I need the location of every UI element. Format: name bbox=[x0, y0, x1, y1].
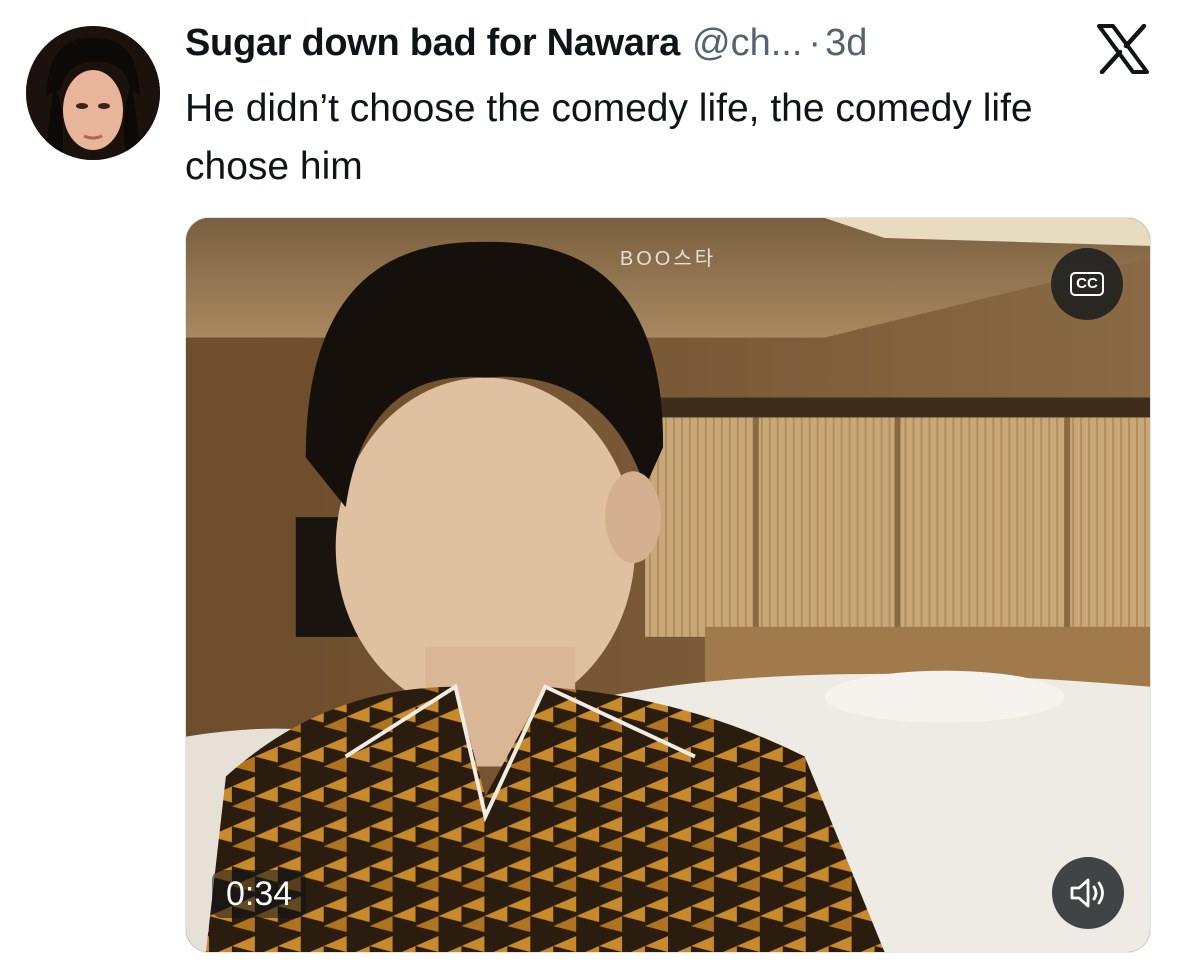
x-logo-icon[interactable] bbox=[1096, 24, 1150, 74]
author-avatar[interactable] bbox=[26, 26, 160, 160]
closed-captions-icon: CC bbox=[1070, 272, 1104, 296]
speaker-muted-icon bbox=[1070, 878, 1104, 908]
tweet-video[interactable]: BOO스타 CC 0:34 bbox=[185, 217, 1151, 953]
video-duration: 0:34 bbox=[212, 870, 307, 918]
tweet-text: He didn’t choose the comedy life, the co… bbox=[185, 87, 1033, 188]
avatar-image bbox=[26, 26, 160, 160]
closed-captions-button[interactable]: CC bbox=[1051, 248, 1123, 320]
video-frame bbox=[186, 218, 1150, 952]
author-handle[interactable]: @ch... bbox=[692, 22, 802, 65]
tweet-timestamp[interactable]: 3d bbox=[825, 22, 867, 65]
tweet-header: Sugar down bad for Nawara @ch... · 3d bbox=[185, 22, 1045, 72]
video-watermark: BOO스타 bbox=[619, 248, 717, 270]
header-separator: · bbox=[808, 22, 822, 64]
volume-button[interactable] bbox=[1052, 857, 1124, 929]
author-name[interactable]: Sugar down bad for Nawara bbox=[185, 22, 680, 65]
